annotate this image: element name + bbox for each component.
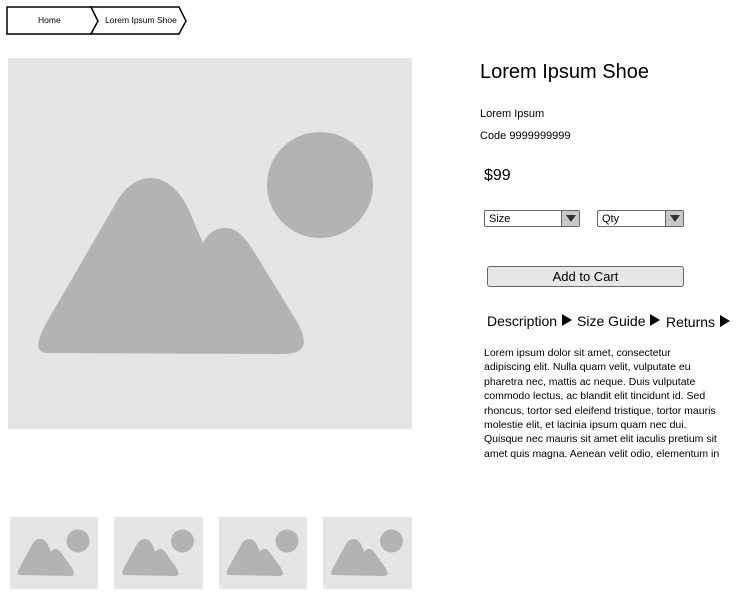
product-title: Lorem Ipsum Shoe — [480, 61, 649, 83]
breadcrumb-item-home[interactable]: Home — [38, 15, 61, 25]
thumbnail-4[interactable] — [323, 517, 412, 589]
image-placeholder-icon — [331, 529, 403, 576]
breadcrumb-item-current: Lorem Ipsum Shoe — [105, 15, 177, 25]
product-price: $99 — [484, 167, 511, 184]
add-to-cart-button[interactable]: Add to Cart — [487, 266, 684, 287]
qty-select[interactable]: Qty — [597, 210, 684, 227]
thumbnail-3[interactable] — [219, 517, 307, 589]
product-code: Code 9999999999 — [480, 130, 571, 142]
chevron-down-icon — [561, 211, 579, 226]
size-select-value: Size — [489, 213, 511, 225]
tab-description[interactable]: Description — [487, 313, 573, 329]
image-placeholder-icon — [17, 529, 90, 576]
tab-returns-label: Returns — [666, 314, 716, 330]
thumbnail-2[interactable] — [114, 517, 203, 589]
chevron-down-icon — [665, 211, 683, 226]
tab-size-guide[interactable]: Size Guide — [577, 313, 661, 329]
product-description: Lorem ipsum dolor sit amet, consectetur … — [484, 347, 720, 460]
triangle-right-icon — [650, 314, 661, 326]
image-placeholder-icon — [38, 132, 373, 354]
size-select[interactable]: Size — [484, 210, 580, 227]
tab-size-guide-label: Size Guide — [577, 313, 646, 329]
triangle-right-icon — [720, 315, 731, 327]
main-product-image — [8, 58, 412, 429]
thumbnail-1[interactable] — [10, 517, 98, 589]
image-placeholder-icon — [122, 529, 194, 576]
qty-select-value: Qty — [602, 213, 620, 225]
tab-returns[interactable]: Returns — [666, 314, 731, 330]
tab-description-label: Description — [487, 313, 558, 329]
triangle-right-icon — [562, 314, 573, 326]
product-brand: Lorem Ipsum — [480, 108, 545, 120]
image-placeholder-icon — [226, 529, 299, 576]
